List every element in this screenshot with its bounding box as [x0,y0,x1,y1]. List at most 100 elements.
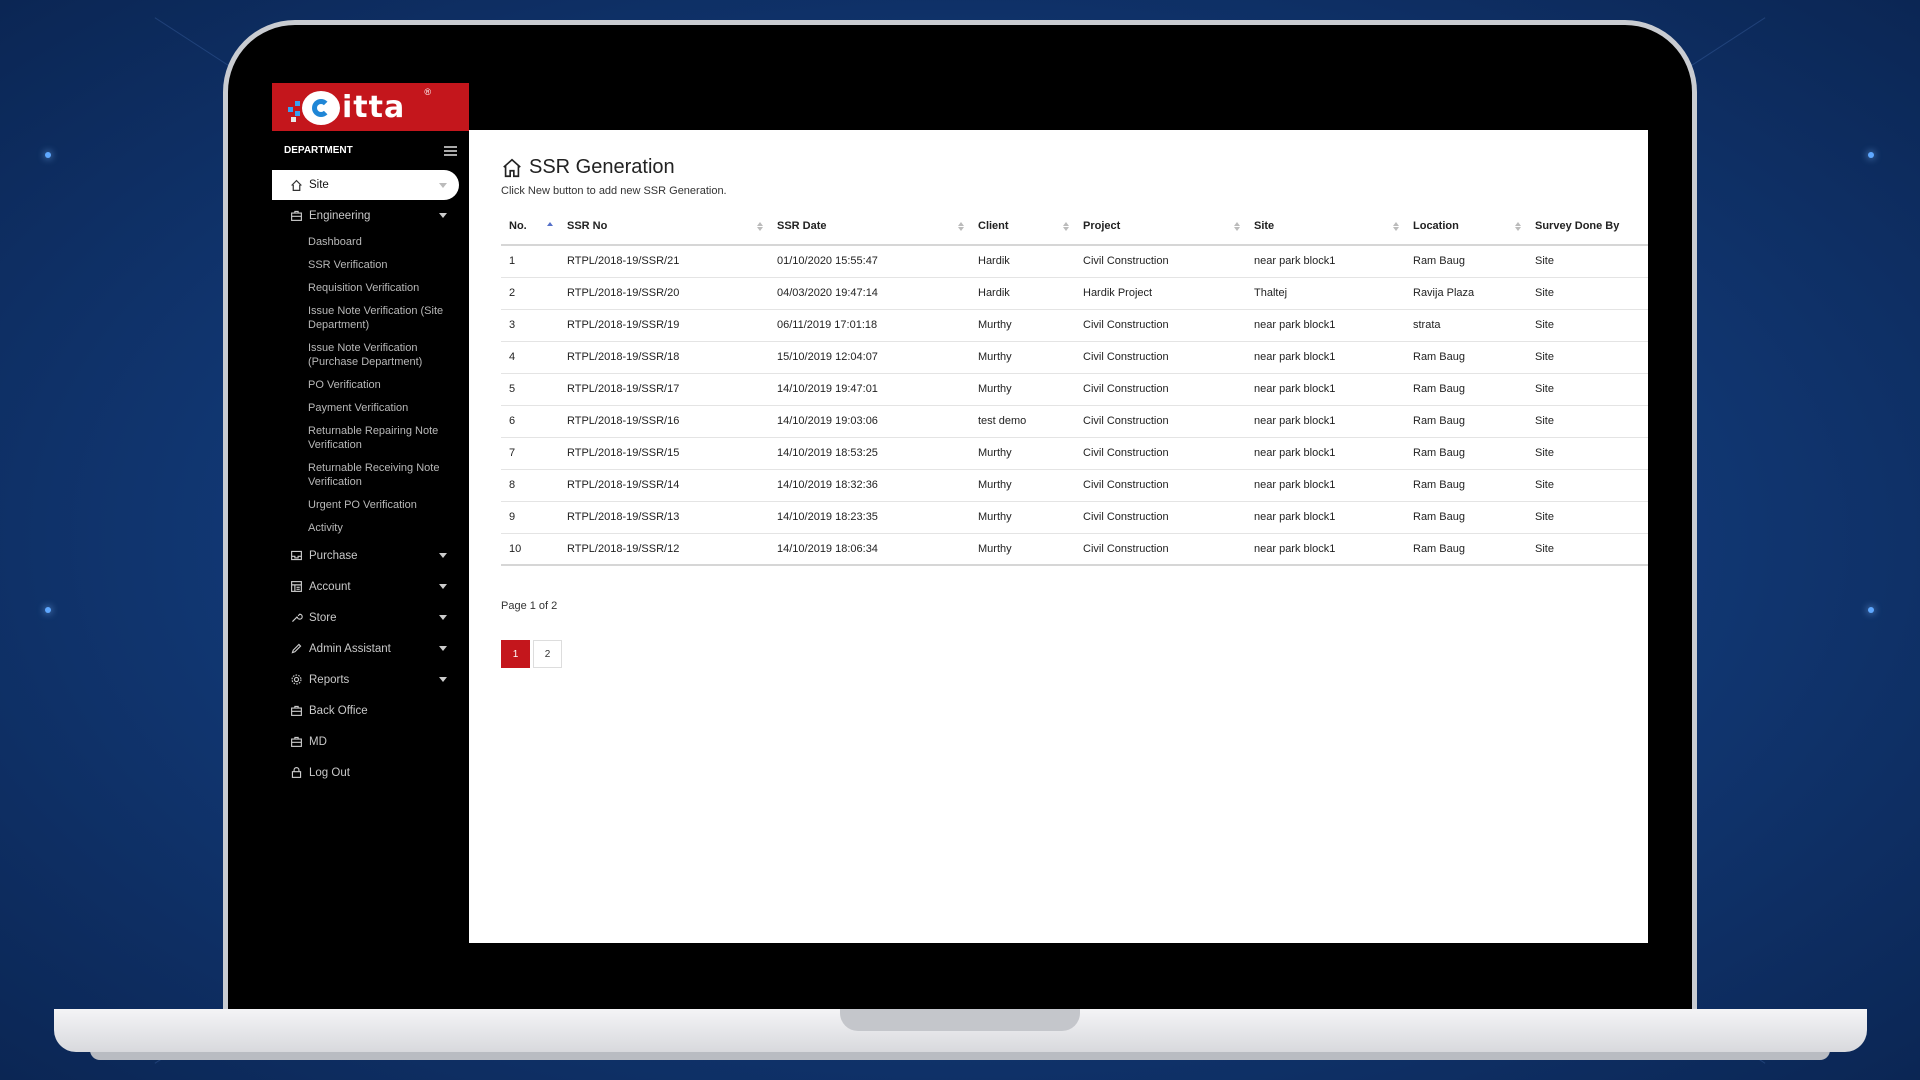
department-header: DEPARTMENT [272,131,469,170]
table-row[interactable]: 7 RTPL/2018-19/SSR/15 14/10/2019 18:53:25 M… [501,437,1648,470]
table-cell: 14/10/2019 18:53:25 [769,437,970,470]
table-cell: Site [1527,277,1648,310]
logo-text: itta [342,89,406,125]
table-row[interactable]: 1 RTPL/2018-19/SSR/21 01/10/2020 15:55:47 H… [501,245,1648,278]
submenu-issue-note-purchase[interactable]: Issue Note Verification (Purchase Depart… [308,337,455,374]
sidebar-item-admin-assistant[interactable]: Admin Assistant [272,633,469,664]
table-cell: 2 [501,277,559,310]
table-cell: Ram Baug [1405,245,1527,278]
sidebar-item-label: Admin Assistant [309,642,391,655]
table-cell: Civil Construction [1075,533,1246,566]
submenu-dashboard[interactable]: Dashboard [308,231,455,254]
laptop-notch [840,1009,1080,1031]
submenu-ssr-verification[interactable]: SSR Verification [308,254,455,277]
submenu-po-verification[interactable]: PO Verification [308,374,455,397]
sidebar-item-account[interactable]: Account [272,571,469,602]
table-cell: Murthy [970,501,1075,534]
sidebar-item-back-office[interactable]: Back Office [272,695,469,726]
table-row[interactable]: 9 RTPL/2018-19/SSR/13 14/10/2019 18:23:35 M… [501,501,1648,534]
table-cell: near park block1 [1246,341,1405,374]
table-row[interactable]: 3 RTPL/2018-19/SSR/19 06/11/2019 17:01:18 M… [501,309,1648,342]
wrench-icon [289,611,303,625]
submenu-returnable-receiving[interactable]: Returnable Receiving Note Verification [308,457,455,494]
column-header-ssr-no[interactable]: SSR No [559,207,769,246]
table-row[interactable]: 5 RTPL/2018-19/SSR/17 14/10/2019 19:47:01 M… [501,373,1648,406]
sidebar-item-label: Purchase [309,549,358,562]
table-row[interactable]: 8 RTPL/2018-19/SSR/14 14/10/2019 18:32:36 M… [501,469,1648,502]
table-cell: 9 [501,501,559,534]
sidebar-item-label: Log Out [309,766,350,779]
table-row[interactable]: 4 RTPL/2018-19/SSR/18 15/10/2019 12:04:07 M… [501,341,1648,374]
sidebar-item-md[interactable]: MD [272,726,469,757]
submenu-urgent-po[interactable]: Urgent PO Verification [308,494,455,517]
submenu-requisition-verification[interactable]: Requisition Verification [308,277,455,300]
table-row[interactable]: 6 RTPL/2018-19/SSR/16 14/10/2019 19:03:06 t… [501,405,1648,438]
briefcase-icon [289,735,303,749]
sidebar: itta ® DEPARTMENT Site Engineering Dashb… [272,83,469,943]
pencil-icon [289,642,303,656]
ledger-icon [289,580,303,594]
sidebar-item-label: Back Office [309,704,368,717]
gear-icon [289,673,303,687]
table-cell: strata [1405,309,1527,342]
page-button-1[interactable]: 1 [501,640,530,668]
table-cell: 4 [501,341,559,374]
column-header-ssr-date[interactable]: SSR Date [769,207,970,246]
table-cell: RTPL/2018-19/SSR/16 [559,405,769,438]
table-cell: Civil Construction [1075,309,1246,342]
table-cell: near park block1 [1246,373,1405,406]
sidebar-item-engineering[interactable]: Engineering [272,200,469,231]
chevron-down-icon [439,553,447,558]
column-header-no[interactable]: No. [501,207,559,246]
sidebar-item-store[interactable]: Store [272,602,469,633]
sidebar-item-site[interactable]: Site [272,170,459,200]
table-cell: Ram Baug [1405,533,1527,566]
table-cell: 15/10/2019 12:04:07 [769,341,970,374]
table-row[interactable]: 10 RTPL/2018-19/SSR/12 14/10/2019 18:06:34… [501,533,1648,566]
chevron-down-icon [439,615,447,620]
table-cell: 3 [501,309,559,342]
column-header-project[interactable]: Project [1075,207,1246,246]
table-cell: RTPL/2018-19/SSR/14 [559,469,769,502]
submenu-activity[interactable]: Activity [308,517,455,540]
registered-mark: ® [424,87,431,97]
table-cell: 8 [501,469,559,502]
sidebar-item-reports[interactable]: Reports [272,664,469,695]
column-header-survey-done-by[interactable]: Survey Done By [1527,207,1648,246]
submenu-returnable-repairing[interactable]: Returnable Repairing Note Verification [308,420,455,457]
table-cell: 5 [501,373,559,406]
table-cell: Ram Baug [1405,469,1527,502]
table-cell: Ram Baug [1405,373,1527,406]
sort-asc-icon [547,222,553,231]
table-cell: Hardik Project [1075,277,1246,310]
sidebar-item-log-out[interactable]: Log Out [272,757,469,788]
page-button-2[interactable]: 2 [533,640,562,668]
table-row[interactable]: 2 RTPL/2018-19/SSR/20 04/03/2020 19:47:14 H… [501,277,1648,310]
table-cell: Site [1527,309,1648,342]
page-title: SSR Generation [529,156,675,178]
table-cell: Murthy [970,341,1075,374]
top-bar [469,83,1648,130]
table-cell: RTPL/2018-19/SSR/12 [559,533,769,566]
sidebar-item-label: Store [309,611,337,624]
table-cell: Site [1527,501,1648,534]
sort-icon [1063,222,1069,231]
pagination: 1 2 [501,640,1648,668]
chevron-down-icon [439,213,447,218]
sidebar-item-purchase[interactable]: Purchase [272,540,469,571]
column-header-site[interactable]: Site [1246,207,1405,246]
column-header-client[interactable]: Client [970,207,1075,246]
home-icon [503,158,521,177]
table-cell: Ram Baug [1405,405,1527,438]
hamburger-menu-icon[interactable] [444,145,457,156]
sort-icon [1515,222,1521,231]
table-cell: 14/10/2019 18:23:35 [769,501,970,534]
submenu-payment-verification[interactable]: Payment Verification [308,397,455,420]
table-cell: near park block1 [1246,405,1405,438]
column-header-location[interactable]: Location [1405,207,1527,246]
submenu-issue-note-site[interactable]: Issue Note Verification (Site Department… [308,300,455,337]
chevron-down-icon [439,584,447,589]
department-label: DEPARTMENT [284,145,353,156]
table-header-row: No. SSR No SSR Date Client Project Site … [501,207,1648,246]
brand-logo[interactable]: itta ® [272,83,469,131]
